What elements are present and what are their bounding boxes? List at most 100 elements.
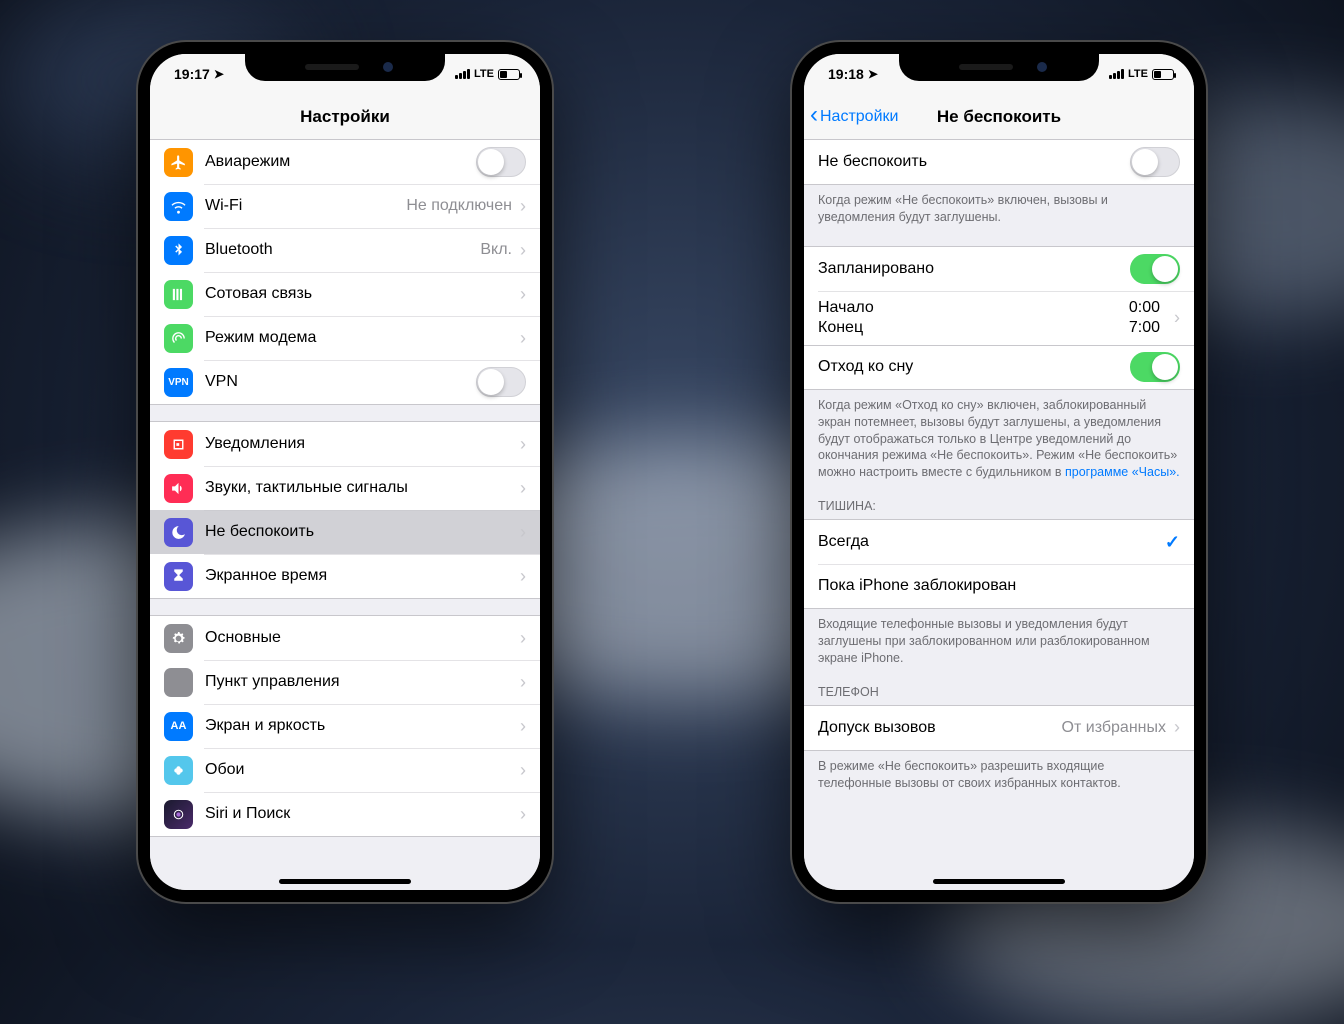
label: Не беспокоить	[818, 153, 1130, 171]
back-label: Настройки	[820, 108, 898, 126]
navbar: ‹ Настройки Не беспокоить	[804, 94, 1194, 140]
network-label: LTE	[1128, 68, 1148, 80]
label: Экран и яркость	[205, 717, 520, 735]
control-icon	[164, 668, 193, 697]
chevron-right-icon: ›	[520, 284, 526, 305]
chevron-right-icon: ›	[1174, 307, 1180, 328]
row-sounds[interactable]: Звуки, тактильные сигналы›	[150, 466, 540, 510]
start-value: 0:00	[1129, 299, 1160, 317]
toggle-dnd[interactable]	[1130, 147, 1180, 177]
siri-icon	[164, 800, 193, 829]
clock-app-link[interactable]: программе «Часы».	[1065, 465, 1180, 479]
chevron-right-icon: ›	[520, 760, 526, 781]
notch	[899, 53, 1099, 81]
label: Запланировано	[818, 260, 1130, 278]
row-schedule-time[interactable]: Начало0:00 Конец7:00 ›	[804, 291, 1194, 345]
chevron-right-icon: ›	[520, 240, 526, 261]
label: VPN	[205, 373, 476, 391]
row-bluetooth[interactable]: BluetoothВкл. ›	[150, 228, 540, 272]
label: Режим модема	[205, 329, 520, 347]
notch	[245, 53, 445, 81]
wifi-icon	[164, 192, 193, 221]
toggle-bedtime[interactable]	[1130, 352, 1180, 382]
row-siri[interactable]: Siri и Поиск›	[150, 792, 540, 836]
value: Не подключен	[406, 197, 512, 215]
row-airplane[interactable]: Авиарежим	[150, 140, 540, 184]
location-icon: ➤	[868, 67, 878, 81]
row-wifi[interactable]: Wi-FiНе подключен›	[150, 184, 540, 228]
chevron-right-icon: ›	[1174, 717, 1180, 738]
check-icon: ✓	[1165, 532, 1180, 553]
settings-list[interactable]: АвиарежимWi-FiНе подключен›BluetoothВкл.…	[150, 140, 540, 890]
battery-icon	[498, 69, 520, 80]
chevron-right-icon: ›	[520, 804, 526, 825]
value: От избранных	[1062, 719, 1166, 737]
phone-settings: 19:17 ➤ LTE Настройки АвиарежимWi-FiНе п…	[138, 42, 552, 902]
row-scheduled[interactable]: Запланировано	[804, 247, 1194, 291]
footer-silence: Входящие телефонные вызовы и уведомления…	[804, 609, 1194, 671]
footer-dnd: Когда режим «Не беспокоить» включен, выз…	[804, 185, 1194, 230]
label: Уведомления	[205, 435, 520, 453]
header-silence: ТИШИНА:	[804, 485, 1194, 519]
end-label: Конец	[818, 319, 863, 337]
row-screentime[interactable]: Экранное время›	[150, 554, 540, 598]
status-time: 19:18	[828, 66, 864, 82]
row-silence-locked[interactable]: Пока iPhone заблокирован	[804, 564, 1194, 608]
network-label: LTE	[474, 68, 494, 80]
chevron-right-icon: ›	[520, 672, 526, 693]
footer-allow-calls: В режиме «Не беспокоить» разрешить входя…	[804, 751, 1194, 796]
row-wallpaper[interactable]: Обои›	[150, 748, 540, 792]
cellular-icon	[164, 280, 193, 309]
dnd-list[interactable]: Не беспокоить Когда режим «Не беспокоить…	[804, 140, 1194, 890]
chevron-left-icon: ‹	[810, 103, 818, 127]
toggle-scheduled[interactable]	[1130, 254, 1180, 284]
dnd-icon	[164, 518, 193, 547]
label: Всегда	[818, 533, 1165, 551]
header-phone: ТЕЛЕФОН	[804, 671, 1194, 705]
chevron-right-icon: ›	[520, 434, 526, 455]
home-indicator[interactable]	[933, 879, 1065, 884]
label: Siri и Поиск	[205, 805, 520, 823]
chevron-right-icon: ›	[520, 196, 526, 217]
label: Основные	[205, 629, 520, 647]
hotspot-icon	[164, 324, 193, 353]
display-icon: AA	[164, 712, 193, 741]
row-dnd-toggle[interactable]: Не беспокоить	[804, 140, 1194, 184]
row-silence-always[interactable]: Всегда ✓	[804, 520, 1194, 564]
toggle[interactable]	[476, 367, 526, 397]
navbar: Настройки	[150, 94, 540, 140]
row-vpn[interactable]: VPNVPN	[150, 360, 540, 404]
status-time: 19:17	[174, 66, 210, 82]
chevron-right-icon: ›	[520, 628, 526, 649]
chevron-right-icon: ›	[520, 328, 526, 349]
chevron-right-icon: ›	[520, 522, 526, 543]
row-general[interactable]: Основные›	[150, 616, 540, 660]
general-icon	[164, 624, 193, 653]
label: Авиарежим	[205, 153, 476, 171]
label: Сотовая связь	[205, 285, 520, 303]
chevron-right-icon: ›	[520, 478, 526, 499]
label: Экранное время	[205, 567, 520, 585]
back-button[interactable]: ‹ Настройки	[810, 106, 898, 127]
bluetooth-icon	[164, 236, 193, 265]
toggle[interactable]	[476, 147, 526, 177]
row-cellular[interactable]: Сотовая связь›	[150, 272, 540, 316]
row-display[interactable]: AA Экран и яркость›	[150, 704, 540, 748]
chevron-right-icon: ›	[520, 716, 526, 737]
row-dnd[interactable]: Не беспокоить›	[150, 510, 540, 554]
row-hotspot[interactable]: Режим модема›	[150, 316, 540, 360]
row-allow-calls[interactable]: Допуск вызовов От избранных ›	[804, 706, 1194, 750]
value: Вкл.	[480, 241, 512, 259]
row-bedtime[interactable]: Отход ко сну	[804, 345, 1194, 389]
row-control[interactable]: Пункт управления›	[150, 660, 540, 704]
label: Bluetooth	[205, 241, 480, 259]
footer-bedtime: Когда режим «Отход ко сну» включен, забл…	[804, 390, 1194, 485]
row-notifications[interactable]: Уведомления›	[150, 422, 540, 466]
signal-icon	[1109, 69, 1124, 79]
label: Допуск вызовов	[818, 719, 1062, 737]
sounds-icon	[164, 474, 193, 503]
notifications-icon	[164, 430, 193, 459]
label: Не беспокоить	[205, 523, 520, 541]
home-indicator[interactable]	[279, 879, 411, 884]
label: Отход ко сну	[818, 358, 1130, 376]
